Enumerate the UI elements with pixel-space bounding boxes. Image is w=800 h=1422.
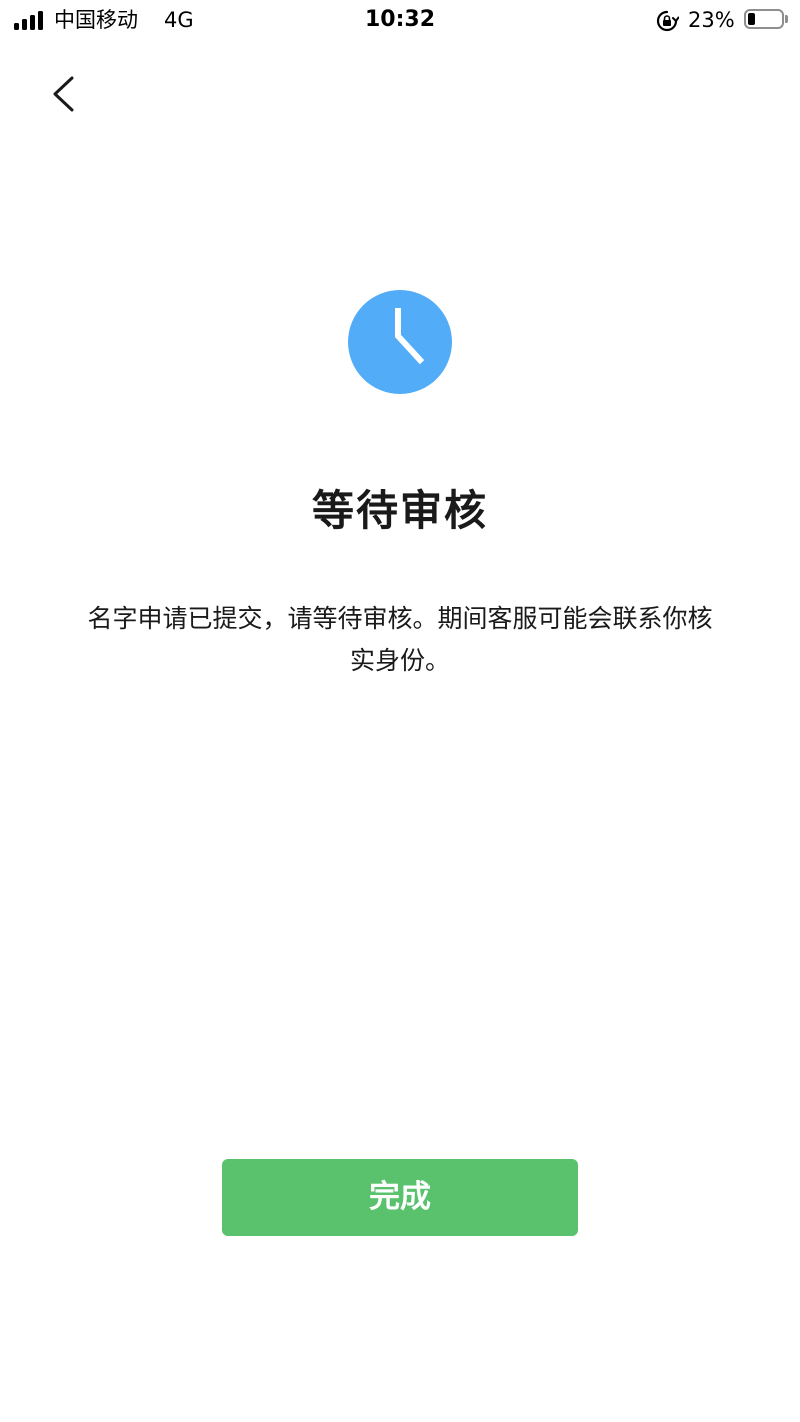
page-title: 等待审核	[311, 486, 488, 535]
status-bar: 中国移动 4G 10:32 23%	[0, 0, 800, 40]
back-button[interactable]	[36, 66, 92, 122]
battery-percent: 23%	[688, 8, 735, 32]
battery-icon	[744, 9, 784, 29]
done-button[interactable]: 完成	[222, 1159, 578, 1236]
clock-icon	[348, 290, 452, 394]
chevron-left-icon	[53, 76, 74, 112]
status-time: 10:32	[364, 7, 436, 32]
rotation-lock-icon	[656, 10, 679, 32]
review-description: 名字申请已提交，请等待审核。期间客服可能会联系你核实身份。	[87, 604, 713, 675]
battery-tip	[785, 15, 788, 23]
battery-level-fill	[748, 13, 755, 25]
